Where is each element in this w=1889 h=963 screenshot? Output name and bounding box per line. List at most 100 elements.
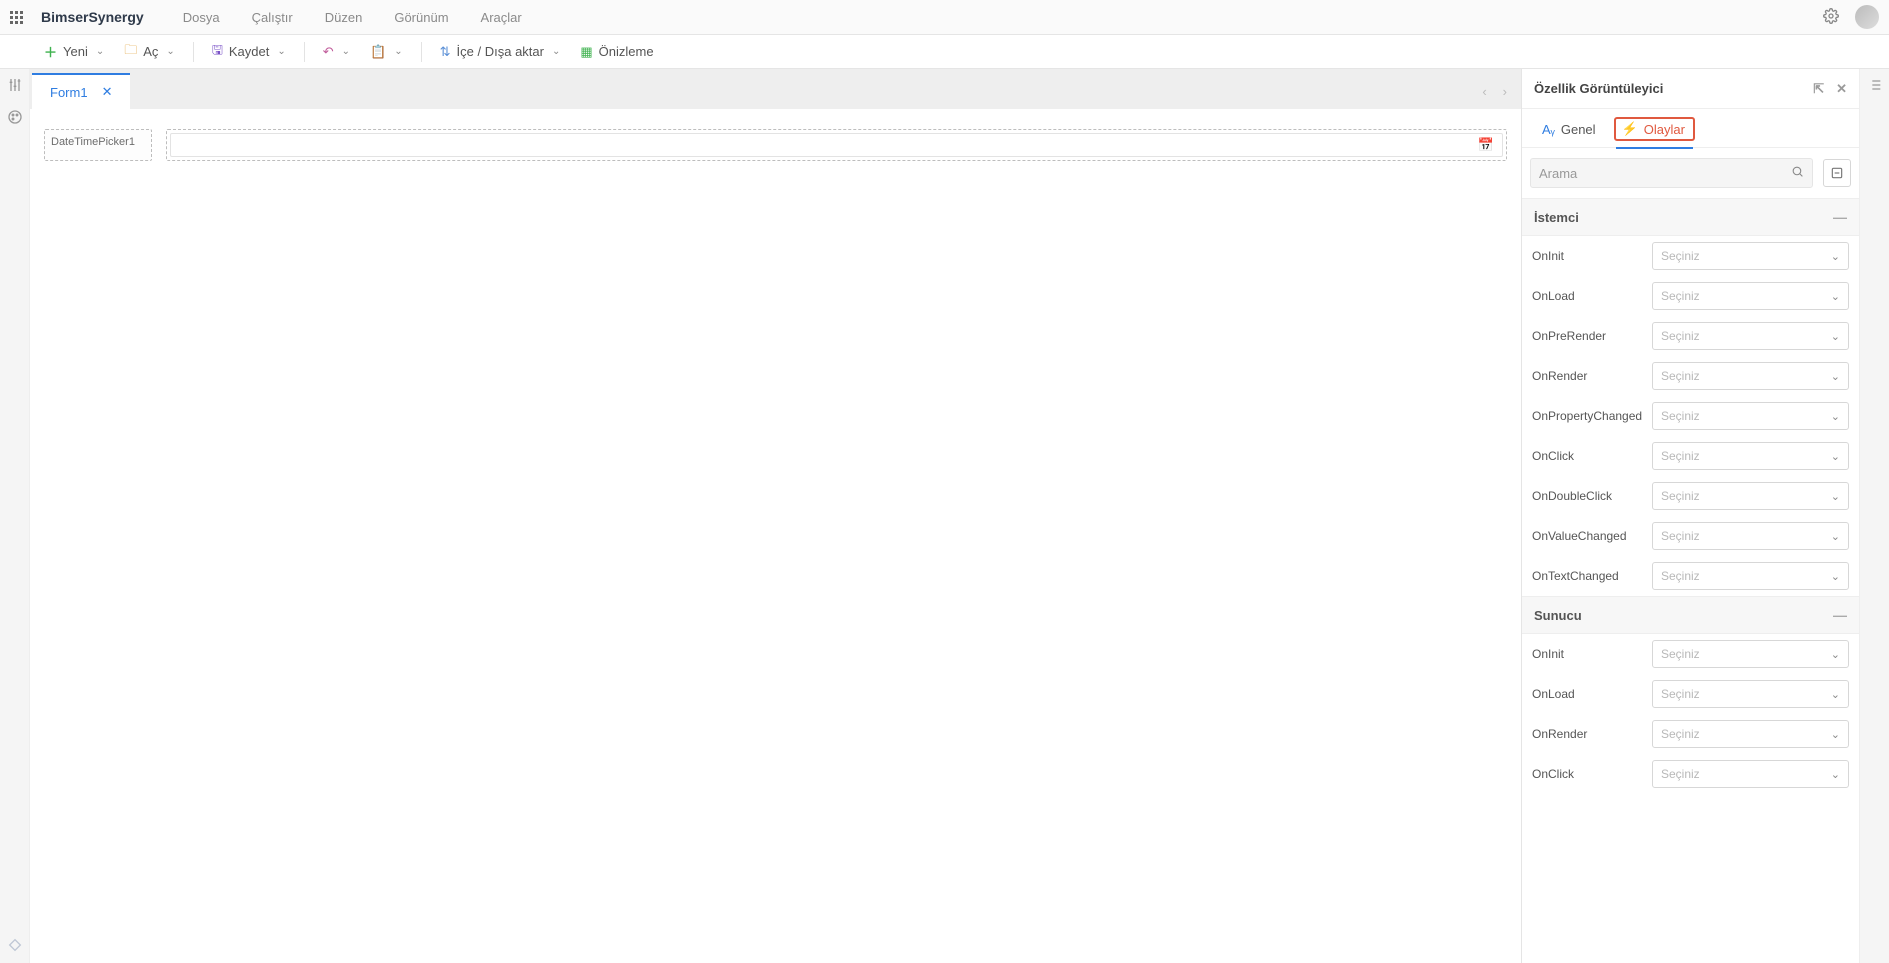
tab-next-icon[interactable]: ›: [1499, 80, 1511, 103]
event-select[interactable]: Seçiniz⌄: [1652, 680, 1849, 708]
event-select[interactable]: Seçiniz⌄: [1652, 522, 1849, 550]
chevron-down-icon: ⌄: [1831, 530, 1840, 543]
property-panel: Özellik Görüntüleyici ⇱ ✕ Aᵧ Genel ⚡ Ola…: [1521, 69, 1859, 963]
select-placeholder: Seçiniz: [1661, 489, 1700, 503]
event-row: OnValueChanged Seçiniz⌄: [1522, 516, 1859, 556]
event-select[interactable]: Seçiniz⌄: [1652, 362, 1849, 390]
save-label: Kaydet: [229, 44, 269, 59]
panel-tab-events[interactable]: ⚡ Olaylar: [1614, 117, 1695, 141]
avatar[interactable]: [1855, 5, 1879, 29]
plus-icon: ＋: [44, 42, 57, 61]
event-label: OnRender: [1532, 727, 1644, 741]
apps-grid-icon[interactable]: [10, 11, 23, 24]
event-select[interactable]: Seçiniz ⌄: [1652, 242, 1849, 270]
clipboard-button[interactable]: 📋 ⌄: [362, 38, 411, 66]
palette-icon[interactable]: [7, 109, 23, 125]
new-button[interactable]: ＋ Yeni ⌄: [36, 38, 112, 66]
menu-araclar[interactable]: Araçlar: [468, 0, 535, 35]
search-placeholder: Arama: [1539, 166, 1577, 181]
event-select[interactable]: Seçiniz⌄: [1652, 640, 1849, 668]
group-client-label: İstemci: [1534, 210, 1579, 225]
undo-icon: ↶: [323, 44, 334, 60]
toolbar-separator: [421, 42, 422, 62]
open-label: Aç: [143, 44, 158, 59]
collapse-icon[interactable]: —: [1833, 209, 1847, 225]
menu-dosya[interactable]: Dosya: [170, 0, 233, 35]
topbar: BimserSynergy Dosya Çalıştır Düzen Görün…: [0, 0, 1889, 35]
panel-header: Özellik Görüntüleyici ⇱ ✕: [1522, 69, 1859, 109]
chevron-down-icon: ⌄: [1831, 768, 1840, 781]
event-select[interactable]: Seçiniz⌄: [1652, 442, 1849, 470]
list-icon[interactable]: [1867, 77, 1883, 93]
chevron-down-icon: ⌄: [1831, 250, 1840, 263]
tabstrip: Form1 ✕ ‹ ›: [30, 69, 1521, 109]
undo-button[interactable]: ↶ ⌄: [315, 38, 358, 66]
preview-icon: ▦: [580, 44, 592, 60]
event-row: OnRender Seçiniz⌄: [1522, 714, 1859, 754]
event-select[interactable]: Seçiniz⌄: [1652, 402, 1849, 430]
search-input[interactable]: Arama: [1530, 158, 1813, 188]
topbar-left: BimserSynergy Dosya Çalıştır Düzen Görün…: [10, 0, 535, 35]
panel-tab-general[interactable]: Aᵧ Genel: [1534, 117, 1604, 147]
tag-icon[interactable]: [7, 937, 23, 953]
event-label: OnValueChanged: [1532, 529, 1644, 543]
chevron-down-icon: ⌄: [166, 46, 174, 57]
event-label: OnRender: [1532, 369, 1644, 383]
save-button[interactable]: 🖫 Kaydet ⌄: [204, 38, 294, 66]
select-placeholder: Seçiniz: [1661, 569, 1700, 583]
panel-tab-general-label: Genel: [1561, 122, 1596, 137]
import-label: İçe / Dışa aktar: [457, 44, 544, 59]
chevron-down-icon: ⌄: [1831, 370, 1840, 383]
right-rail: [1859, 69, 1889, 963]
save-icon: 🖫: [212, 41, 223, 63]
pin-icon[interactable]: ⇱: [1813, 81, 1824, 97]
event-select[interactable]: Seçiniz ⌄: [1652, 322, 1849, 350]
import-export-button[interactable]: ⇅ İçe / Dışa aktar ⌄: [432, 38, 569, 66]
group-client[interactable]: İstemci —: [1522, 198, 1859, 236]
gear-icon[interactable]: [1823, 8, 1839, 27]
client-events-list: OnInitSeçiniz⌄OnLoadSeçiniz⌄OnPreRenderS…: [1522, 236, 1859, 596]
tab-close-icon[interactable]: ✕: [102, 84, 113, 100]
event-label: OnLoad: [1532, 289, 1644, 303]
select-placeholder: Seçiniz: [1661, 289, 1700, 303]
chevron-down-icon: ⌄: [1831, 490, 1840, 503]
general-tab-icon: Aᵧ: [1542, 122, 1555, 137]
select-placeholder: Seçiniz: [1661, 687, 1700, 701]
clipboard-icon: 📋: [370, 44, 386, 60]
tools-icon[interactable]: [7, 77, 23, 93]
tab-prev-icon[interactable]: ‹: [1478, 80, 1490, 103]
chevron-down-icon: ⌄: [1831, 330, 1840, 343]
event-select[interactable]: Seçiniz⌄: [1652, 720, 1849, 748]
select-placeholder: Seçiniz: [1661, 249, 1700, 263]
collapse-all-button[interactable]: [1823, 159, 1851, 187]
event-label: OnClick: [1532, 767, 1644, 781]
event-select[interactable]: Seçiniz ⌄: [1652, 482, 1849, 510]
event-label: OnLoad: [1532, 687, 1644, 701]
event-select[interactable]: Seçiniz⌄: [1652, 282, 1849, 310]
event-label: OnPropertyChanged: [1532, 409, 1644, 423]
tab-form1[interactable]: Form1 ✕: [32, 73, 130, 109]
folder-icon: 🗀: [124, 41, 137, 63]
select-placeholder: Seçiniz: [1661, 329, 1700, 343]
collapse-icon[interactable]: —: [1833, 607, 1847, 623]
datetimepicker-input[interactable]: 📅: [166, 129, 1507, 161]
menu-gorunum[interactable]: Görünüm: [381, 0, 461, 35]
preview-button[interactable]: ▦ Önizleme: [572, 38, 661, 66]
menu-duzen[interactable]: Düzen: [312, 0, 376, 35]
event-row: OnInitSeçiniz⌄: [1522, 236, 1859, 276]
control-label[interactable]: DateTimePicker1: [44, 129, 152, 161]
close-icon[interactable]: ✕: [1836, 81, 1847, 97]
event-row: OnRender Seçiniz⌄: [1522, 356, 1859, 396]
event-select[interactable]: Seçiniz⌄: [1652, 562, 1849, 590]
form-canvas[interactable]: DateTimePicker1 📅: [30, 109, 1521, 963]
event-label: OnPreRender: [1532, 329, 1644, 343]
menu-calistir[interactable]: Çalıştır: [239, 0, 306, 35]
event-select[interactable]: Seçiniz⌄: [1652, 760, 1849, 788]
chevron-down-icon: ⌄: [96, 46, 104, 57]
new-label: Yeni: [63, 44, 88, 59]
shell: Form1 ✕ ‹ › DateTimePicker1 📅 Özellik Gö: [0, 69, 1889, 963]
import-export-icon: ⇅: [440, 44, 451, 60]
open-button[interactable]: 🗀 Aç ⌄: [116, 38, 183, 66]
event-row: OnTextChangedSeçiniz⌄: [1522, 556, 1859, 596]
group-server[interactable]: Sunucu —: [1522, 596, 1859, 634]
